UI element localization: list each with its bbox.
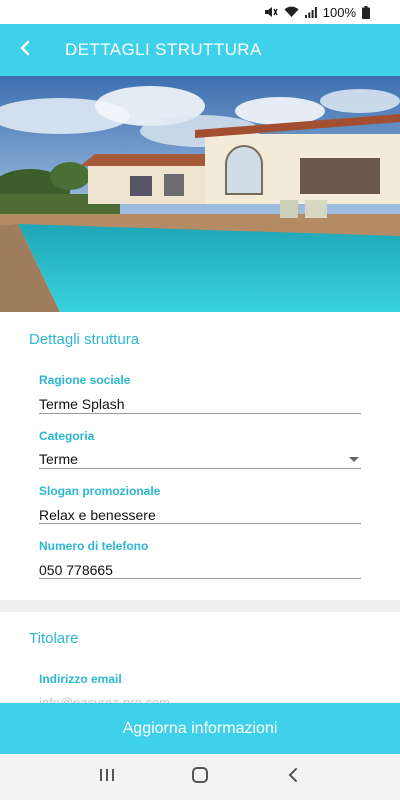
categoria-select[interactable]: Terme: [39, 451, 78, 467]
field-label-email: Indirizzo email: [39, 672, 122, 686]
recent-apps-button[interactable]: [87, 757, 127, 797]
system-back-button[interactable]: [273, 757, 313, 797]
section-title-owner: Titolare: [29, 630, 79, 647]
categoria-underline: [39, 468, 361, 469]
home-icon: [191, 766, 209, 789]
field-label-telefono: Numero di telefono: [39, 539, 149, 553]
recent-apps-icon: [99, 768, 115, 787]
chevron-down-icon[interactable]: [349, 457, 359, 462]
update-info-button[interactable]: Aggiorna informazioni: [0, 703, 400, 754]
telefono-input[interactable]: 050 778665: [39, 562, 113, 578]
field-label-slogan: Slogan promozionale: [39, 484, 161, 498]
app-bar: DETTAGLI STRUTTURA: [0, 24, 400, 76]
page-title: DETTAGLI STRUTTURA: [65, 40, 262, 59]
mute-icon: [264, 6, 278, 18]
system-nav-bar: [0, 754, 400, 800]
ragione-sociale-input[interactable]: Terme Splash: [39, 396, 125, 412]
battery-icon: [362, 5, 370, 19]
telefono-underline: [39, 578, 361, 579]
status-bar: 100%: [0, 0, 400, 24]
back-icon: [287, 767, 299, 788]
signal-icon: [304, 6, 317, 18]
field-label-categoria: Categoria: [39, 429, 95, 443]
back-button[interactable]: [0, 24, 52, 76]
wifi-icon: [284, 6, 299, 18]
section-separator: [0, 600, 400, 612]
home-button[interactable]: [180, 757, 220, 797]
villa-with-pool-photo: [0, 76, 400, 312]
hero-image: [0, 76, 400, 312]
owner-card: Titolare Indirizzo email info@easyrez-pr…: [0, 612, 400, 710]
field-label-ragione-sociale: Ragione sociale: [39, 373, 131, 387]
battery-percent: 100%: [322, 4, 356, 20]
back-arrow-icon: [19, 40, 33, 61]
details-card: Dettagli struttura Ragione sociale Terme…: [0, 312, 400, 600]
slogan-underline: [39, 523, 361, 524]
slogan-input[interactable]: Relax e benessere: [39, 507, 156, 523]
ragione-sociale-underline: [39, 413, 361, 414]
section-title-details: Dettagli struttura: [29, 331, 140, 348]
